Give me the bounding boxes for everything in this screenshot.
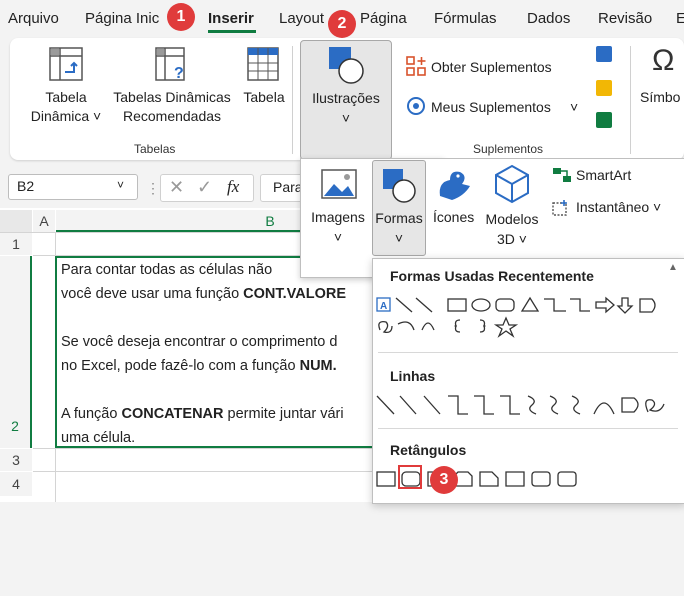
symbols-button[interactable]: Símbo xyxy=(640,88,680,107)
addins-group-label: Suplementos xyxy=(473,142,544,156)
ribbon-divider xyxy=(630,46,631,154)
lines-row xyxy=(376,392,676,418)
insert-function-icon[interactable]: fx xyxy=(227,177,239,197)
smartart-button[interactable]: SmartArt xyxy=(576,166,631,185)
formula-actions: ✕ ✓ fx xyxy=(160,174,254,202)
menu-layout[interactable]: Layout xyxy=(279,10,324,27)
my-addins-chevron-icon[interactable]: ˅ xyxy=(570,98,578,117)
section-divider xyxy=(378,428,678,429)
3d-models-label-1: Modelos xyxy=(485,211,539,227)
menu-arquivo[interactable]: Arquivo xyxy=(8,10,59,27)
menu-formulas[interactable]: Fórmulas xyxy=(434,10,497,27)
illustrations-button[interactable]: Ilustrações ˅ xyxy=(300,40,392,160)
ribbon-divider xyxy=(292,46,293,154)
shapes-button[interactable]: Formas ˅ xyxy=(372,160,426,256)
section-divider xyxy=(378,352,678,353)
formula-content: Para xyxy=(273,179,303,195)
svg-text:A: A xyxy=(380,301,387,312)
get-addins-button[interactable]: Obter Suplementos xyxy=(431,58,552,77)
screenshot-button[interactable]: Instantâneo ˅ xyxy=(576,198,661,217)
step-badge-3: 3 xyxy=(430,466,458,494)
lines-title: Linhas xyxy=(390,368,436,384)
step-badge-1: 1 xyxy=(167,3,195,31)
chevron-down-icon[interactable]: ˅ xyxy=(117,178,124,192)
pivot-table-label-1: Tabela xyxy=(45,89,87,105)
images-label: Imagens xyxy=(311,209,365,225)
select-all-corner[interactable] xyxy=(0,210,32,232)
illustrations-label: Ilustrações xyxy=(312,90,380,106)
menu-inserir[interactable]: Inserir xyxy=(208,10,254,27)
3d-models-button[interactable]: Modelos 3D ˅ xyxy=(480,210,544,250)
cell-text-line: uma célula. xyxy=(61,430,136,446)
row-header-3[interactable]: 3 xyxy=(0,449,32,471)
table-icon xyxy=(246,46,280,82)
cell-text-line: A função CONCATENAR permite juntar vári xyxy=(61,406,344,422)
tables-group-label: Tabelas xyxy=(134,142,176,156)
my-addins-button[interactable]: Meus Suplementos xyxy=(431,98,551,117)
cell-text-line: você deve usar uma função CONT.VALORE xyxy=(61,286,347,302)
row-header-2[interactable]: 2 xyxy=(0,256,32,448)
cell-text-line: no Excel, pode fazê-lo com a função NUM. xyxy=(61,358,337,374)
rounded-rectangle-shape-highlight[interactable] xyxy=(398,465,422,489)
recommended-pivot-label-2: Recomendadas xyxy=(122,108,222,124)
rectangles-title: Retângulos xyxy=(390,442,467,458)
row-header-1[interactable]: 1 xyxy=(0,233,32,255)
table-button[interactable]: Tabela xyxy=(240,88,288,107)
screenshot-icon xyxy=(552,199,570,217)
illustrations-icon xyxy=(327,45,365,85)
recommended-pivot-icon: ? xyxy=(154,46,190,82)
people-graph-icon[interactable] xyxy=(596,112,612,128)
more-icon: ⋮ xyxy=(146,180,160,196)
recommended-pivot-label-1: Tabelas Dinâmicas xyxy=(113,89,231,105)
cube-icon xyxy=(494,164,530,204)
menu-dados[interactable]: Dados xyxy=(527,10,570,27)
svg-text:?: ? xyxy=(174,65,184,82)
cancel-icon[interactable]: ✕ xyxy=(169,177,184,198)
row-header-4[interactable]: 4 xyxy=(0,472,32,496)
pivot-table-icon xyxy=(48,46,84,82)
menu-pagina-inicial[interactable]: Página Inic xyxy=(85,10,159,27)
smartart-icon xyxy=(552,167,572,183)
recent-shapes-row: A xyxy=(376,296,666,342)
shapes-label: Formas xyxy=(375,210,423,226)
pivot-table-label-2: Dinâmica ˅ xyxy=(30,108,102,124)
active-tab-indicator xyxy=(208,30,256,33)
cell-text-line: Se você deseja encontrar o comprimento d xyxy=(61,334,338,350)
chevron-down-icon: ˅ xyxy=(394,230,404,246)
name-box-value: B2 xyxy=(17,178,35,194)
bird-icon xyxy=(434,166,472,206)
step-badge-2: 2 xyxy=(328,10,356,38)
cell-text-line: Para contar todas as células não xyxy=(61,262,273,278)
store-icon xyxy=(406,56,426,76)
icons-button[interactable]: Ícones xyxy=(433,208,474,227)
recent-shapes-title: Formas Usadas Recentemente xyxy=(390,268,594,284)
visio-icon[interactable] xyxy=(596,46,612,62)
image-icon xyxy=(320,168,358,200)
pivot-table-button[interactable]: Tabela Dinâmica ˅ xyxy=(26,88,106,128)
recommended-pivot-button[interactable]: Tabelas Dinâmicas Recomendadas xyxy=(110,88,234,128)
column-header-a[interactable]: A xyxy=(33,210,55,232)
name-box[interactable]: B2 ˅ xyxy=(8,174,138,200)
omega-icon: Ω xyxy=(652,44,675,77)
bing-icon[interactable] xyxy=(596,80,612,96)
images-button[interactable]: Imagens ˅ xyxy=(306,208,370,250)
shapes-icon xyxy=(381,167,417,203)
chevron-down-icon: ˅ xyxy=(341,110,351,126)
menu-more[interactable]: E xyxy=(676,10,684,27)
menu-revisao[interactable]: Revisão xyxy=(598,10,652,27)
scroll-up-icon[interactable]: ▲ xyxy=(668,262,678,273)
menu-pagina[interactable]: Página xyxy=(360,10,407,27)
confirm-icon[interactable]: ✓ xyxy=(197,177,212,198)
chevron-down-icon: ˅ xyxy=(333,229,343,245)
3d-models-label-2: 3D ˅ xyxy=(497,231,527,247)
my-addins-icon xyxy=(405,96,427,116)
